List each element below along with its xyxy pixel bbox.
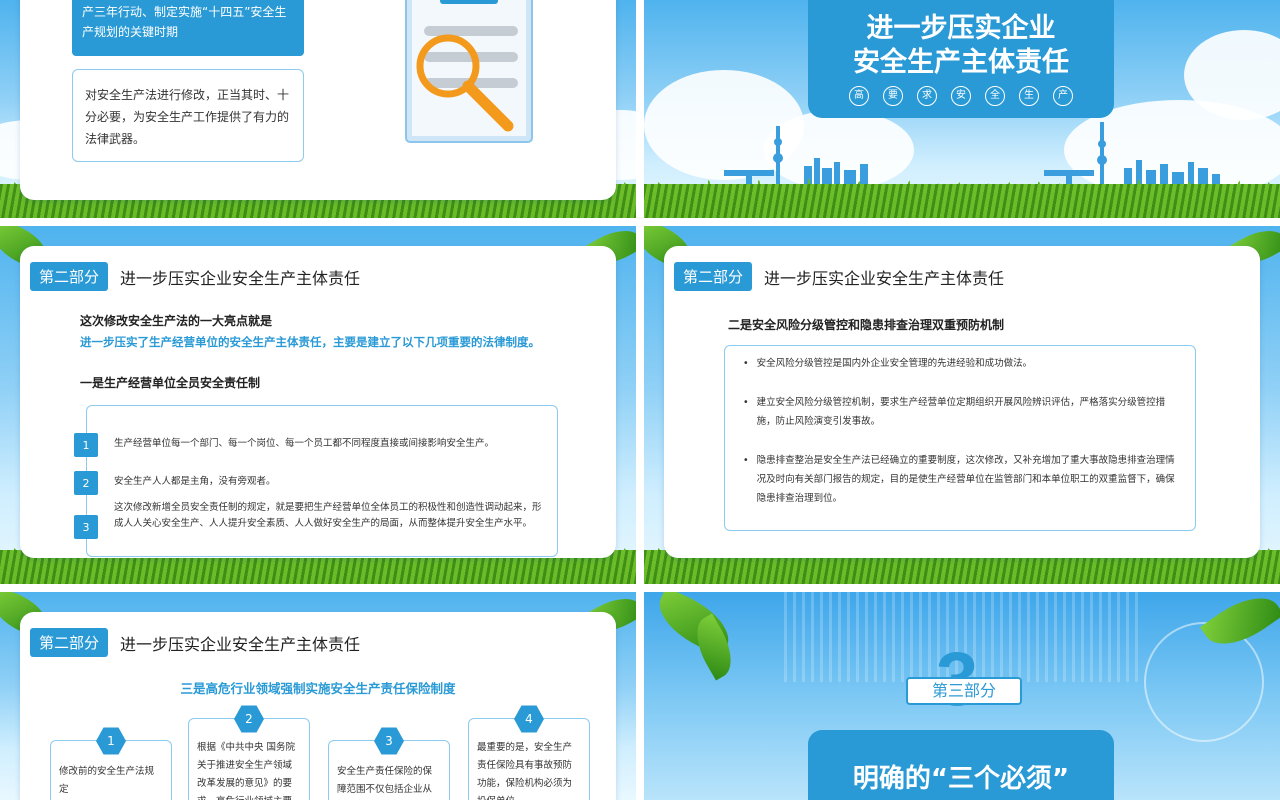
slide-4[interactable]: 第二部分 进一步压实企业安全生产主体责任 二是安全风险分级管控和隐患排查治理双重… [644,226,1280,584]
item-number: 2 [74,471,98,495]
slide-3[interactable]: 第二部分 进一步压实企业安全生产主体责任 这次修改安全生产法的一大亮点就是 进一… [0,226,636,584]
title-panel: 进一步压实企业 安全生产主体责任 高 要 求 安 全 生 产 [808,0,1114,118]
bullet-dot: • [743,455,749,466]
section-badge: 第二部分 [30,262,109,291]
char-circle: 要 [883,86,903,106]
list-item: 安全生产人人都是主角，没有旁观者。 [114,476,276,487]
blue-text-box: 产三年行动、制定实施“十四五”安全生产规划的关键时期 [72,0,304,56]
part-label: 第三部分 [906,677,1022,705]
clipboard-magnifier-icon [405,0,533,143]
char-circle: 生 [1019,86,1039,106]
section-title: 进一步压实企业安全生产主体责任 [120,268,361,288]
bullet-text: 隐患排查整治是安全生产法已经确立的重要制度，这次修改，又补充增加了重大事故隐患排… [756,455,1175,504]
slide-6[interactable]: 3 第三部分 明确的“三个必须” [644,592,1280,800]
info-card-text: 安全生产责任保险的保障范围不仅包括企业从业人 [337,766,433,795]
section-badge: 第二部分 [30,628,109,657]
heading: 二是安全风险分级管控和隐患排查治理双重预防机制 [728,318,1005,332]
bullet-dot: • [743,397,749,408]
item-number: 3 [74,515,98,539]
content-card: 第二部分 进一步压实企业安全生产主体责任 二是安全风险分级管控和隐患排查治理双重… [664,246,1260,558]
section-header: 第二部分 进一步压实企业安全生产主体责任 [674,262,1004,291]
outline-text-box: 对安全生产法进行修改，正当其时、十分必要，为安全生产工作提供了有力的法律武器。 [72,69,304,162]
char-circle: 求 [917,86,937,106]
bullet-text: 建立安全风险分级管控机制，要求生产经营单位定期组织开展风险辨识评估，严格落实分级… [756,397,1166,427]
bullet-item: • 隐患排查整治是安全生产法已经确立的重要制度，这次修改，又补充增加了重大事故隐… [743,451,1181,508]
slide-title-line1: 进一步压实企业 [866,13,1056,44]
info-card-text: 最重要的是，安全生产责任保险具有事故预防功能，保险机构必须为投保单位 [477,742,573,800]
char-circle: 高 [849,86,869,106]
char-circle: 产 [1053,86,1073,106]
char-circle: 全 [985,86,1005,106]
bullet-item: • 安全风险分级管控是国内外企业安全管理的先进经验和成功做法。 [743,354,1181,373]
blue-box-text: 产三年行动、制定实施“十四五”安全生产规划的关键时期 [82,5,287,39]
bullet-box: • 安全风险分级管控是国内外企业安全管理的先进经验和成功做法。 • 建立安全风险… [724,345,1196,531]
slide-title-line2: 安全生产主体责任 [853,47,1069,78]
list-item: 生产经营单位每一个部门、每一个岗位、每一个员工都不同程度直接或间接影响安全生产。 [114,438,495,449]
item-number: 1 [74,433,98,457]
slide-5[interactable]: 第二部分 进一步压实企业安全生产主体责任 三是高危行业领域强制实施安全生产责任保… [0,592,636,800]
section-title: 进一步压实企业安全生产主体责任 [764,268,1005,288]
light-ring [1144,622,1264,742]
grass [644,184,1280,218]
section-badge: 第二部分 [674,262,753,291]
char-circles: 高 要 求 安 全 生 产 [808,86,1114,106]
intro-text: 这次修改安全生产法的一大亮点就是 [80,314,273,328]
section-title: 进一步压实企业安全生产主体责任 [120,634,361,654]
slide-1[interactable]: 产三年行动、制定实施“十四五”安全生产规划的关键时期 对安全生产法进行修改，正当… [0,0,636,218]
slide-title: 明确的“三个必须” [808,730,1114,800]
list-item: 这次修改新增全员安全责任制的规定，就是要把生产经营单位全体员工的积极性和创造性调… [114,502,542,529]
slide-2[interactable]: 进一步压实企业 安全生产主体责任 高 要 求 安 全 生 产 [644,0,1280,218]
outline-box-text: 对安全生产法进行修改，正当其时、十分必要，为安全生产工作提供了有力的法律武器。 [85,88,290,146]
heading: 三是高危行业领域强制实施安全生产责任保险制度 [180,681,456,696]
section-header: 第二部分 进一步压实企业安全生产主体责任 [30,262,360,291]
bullet-dot: • [743,358,749,369]
info-card-text: 修改前的安全生产法规定 [59,766,155,795]
info-card-text: 根据《中共中央 国务院关于推进安全生产领域改革发展的意见》的要求，高危行业领域主… [197,742,296,800]
section-header: 第二部分 进一步压实企业安全生产主体责任 [30,628,360,657]
content-card: 第二部分 进一步压实企业安全生产主体责任 这次修改安全生产法的一大亮点就是 进一… [20,246,616,558]
content-card: 产三年行动、制定实施“十四五”安全生产规划的关键时期 对安全生产法进行修改，正当… [20,0,616,200]
bullet-text: 安全风险分级管控是国内外企业安全管理的先进经验和成功做法。 [756,358,1033,369]
subheading: 一是生产经营单位全员安全责任制 [80,376,261,390]
content-card: 第二部分 进一步压实企业安全生产主体责任 三是高危行业领域强制实施安全生产责任保… [20,612,616,800]
bullet-item: • 建立安全风险分级管控机制，要求生产经营单位定期组织开展风险辨识评估，严格落实… [743,393,1181,431]
char-circle: 安 [951,86,971,106]
highlight-text: 进一步压实了生产经营单位的安全生产主体责任，主要是建立了以下几项重要的法律制度。 [80,335,540,349]
